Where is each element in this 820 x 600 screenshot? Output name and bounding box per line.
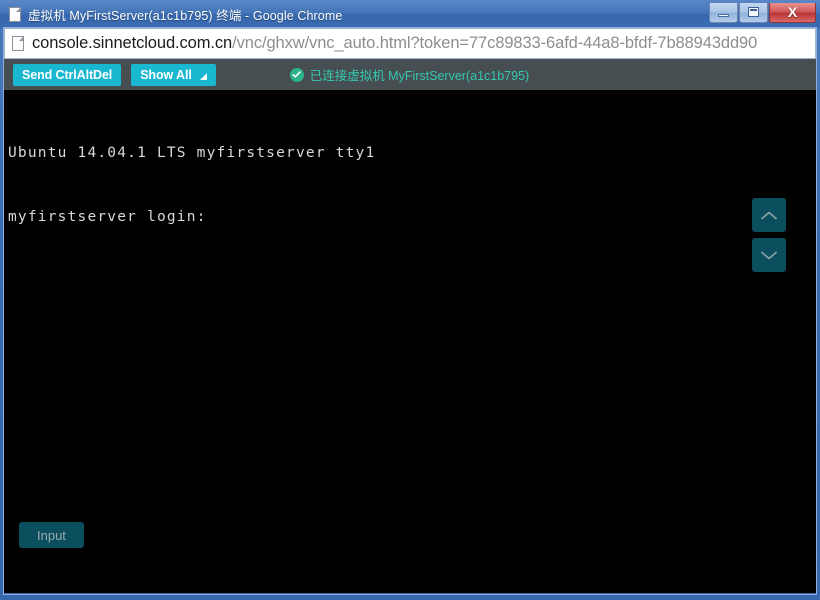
page-icon-address xyxy=(12,36,24,51)
url-host: console.sinnetcloud.com.cn xyxy=(32,34,233,52)
send-ctrlaltdel-label: Send CtrlAltDel xyxy=(22,67,113,82)
url-path: /vnc/ghxw/vnc_auto.html?token=77c89833-6… xyxy=(232,34,758,52)
connection-status-text: 已连接虚拟机 MyFirstServer(a1c1b795) xyxy=(309,69,530,83)
connection-status: 已连接虚拟机 MyFirstServer(a1c1b795) xyxy=(289,65,530,84)
title-bar: 虚拟机 MyFirstServer(a1c1b795) 终端 - Google … xyxy=(0,0,820,28)
maximize-button[interactable] xyxy=(739,2,768,23)
triangle-down-icon xyxy=(199,72,207,80)
chevron-down-icon xyxy=(760,250,778,261)
close-button[interactable]: X xyxy=(769,2,816,23)
vnc-terminal-canvas[interactable]: Ubuntu 14.04.1 LTS myfirstserver tty1 my… xyxy=(4,90,816,593)
terminal-output: Ubuntu 14.04.1 LTS myfirstserver tty1 my… xyxy=(8,145,376,225)
vnc-toolbar: Send CtrlAltDel Show All 已连接虚拟机 MyFirstS… xyxy=(4,59,816,90)
scroll-down-button[interactable] xyxy=(752,238,786,272)
show-all-button[interactable]: Show All xyxy=(131,63,216,86)
minimize-icon xyxy=(718,13,729,17)
maximize-icon xyxy=(748,7,759,17)
url-text: console.sinnetcloud.com.cn/vnc/ghxw/vnc_… xyxy=(32,34,757,53)
window-title: 虚拟机 MyFirstServer(a1c1b795) 终端 - Google … xyxy=(28,8,343,23)
window-controls: X xyxy=(709,2,816,27)
send-ctrlaltdel-button[interactable]: Send CtrlAltDel xyxy=(13,63,122,86)
scroll-up-button[interactable] xyxy=(752,198,786,232)
page-icon xyxy=(9,6,21,22)
title-bar-left: 虚拟机 MyFirstServer(a1c1b795) 终端 - Google … xyxy=(0,5,709,24)
scroll-buttons xyxy=(752,198,786,272)
input-button[interactable]: Input xyxy=(19,522,84,548)
close-icon: X xyxy=(787,4,798,20)
browser-window: 虚拟机 MyFirstServer(a1c1b795) 终端 - Google … xyxy=(0,0,820,600)
minimize-button[interactable] xyxy=(709,2,738,23)
check-circle-icon xyxy=(289,67,304,82)
vnc-page: Send CtrlAltDel Show All 已连接虚拟机 MyFirstS… xyxy=(4,59,816,593)
chevron-up-icon xyxy=(760,210,778,221)
show-all-label: Show All xyxy=(140,67,192,82)
address-bar[interactable]: console.sinnetcloud.com.cn/vnc/ghxw/vnc_… xyxy=(4,28,816,59)
